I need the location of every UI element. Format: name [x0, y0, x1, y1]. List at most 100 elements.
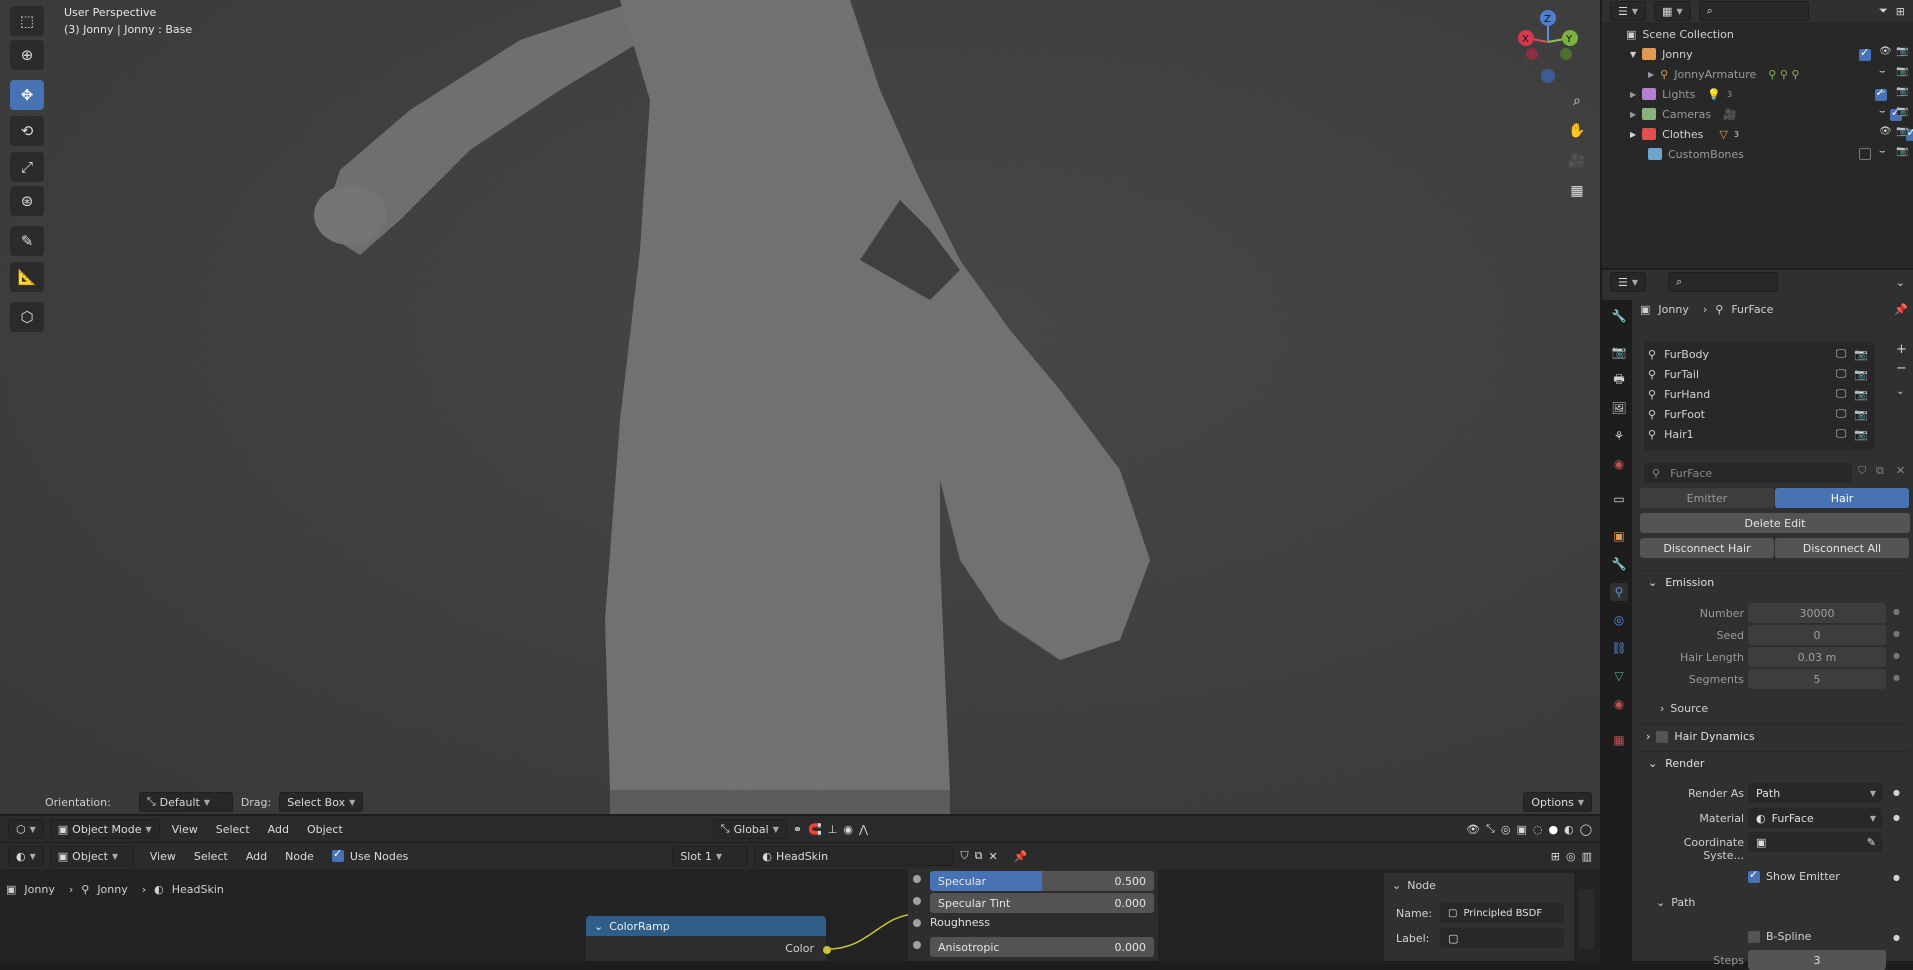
render-tab-icon[interactable]: 📷 [1610, 343, 1628, 361]
chevron-down-icon[interactable]: ⌄ [1896, 386, 1907, 397]
eye-icon[interactable]: 👁 [1879, 126, 1892, 137]
node-sidebar-toggle-icon[interactable]: ▥ [1582, 850, 1592, 863]
render-camera-icon[interactable]: 📷 [1896, 66, 1908, 77]
hair-dynamics-panel-header[interactable]: › Hair Dynamics [1640, 724, 1910, 748]
principled-bsdf-node[interactable]: Specular0.500 Specular Tint0.000 Roughne… [908, 869, 1158, 961]
options-dropdown[interactable]: Options▼ [1523, 792, 1592, 812]
color-output-socket[interactable] [823, 946, 831, 954]
render-camera-icon[interactable]: 📷 [1896, 126, 1908, 137]
mode-dropdown[interactable]: ▣Object Mode▼ [50, 819, 160, 839]
material-dropdown[interactable]: ◐FurFace▼ [1748, 808, 1882, 828]
shader-type-dropdown[interactable]: ▣Object▼ [50, 846, 134, 866]
menu-object[interactable]: Object [307, 823, 343, 836]
node-overlay-icon[interactable]: ◎ [1566, 850, 1576, 863]
bspline-checkbox[interactable] [1748, 931, 1760, 943]
output-tab-icon[interactable]: 🖶 [1610, 371, 1628, 389]
hide-viewport-icon[interactable]: ⌣ [1879, 86, 1886, 97]
node-menu-node[interactable]: Node [285, 850, 314, 863]
menu-select[interactable]: Select [216, 823, 250, 836]
pin-icon[interactable]: 📌 [1894, 303, 1908, 316]
number-field[interactable]: 30000 [1748, 603, 1886, 623]
node-menu-view[interactable]: View [150, 850, 176, 863]
breadcrumb-object[interactable]: Jonny [24, 883, 54, 896]
hide-viewport-icon[interactable]: ⌣ [1879, 146, 1886, 157]
remove-icon[interactable]: − [1896, 361, 1907, 376]
specular-tint-socket[interactable] [913, 897, 921, 905]
node-menu-add[interactable]: Add [246, 850, 267, 863]
exclude-checkbox-custombones[interactable] [1859, 148, 1871, 160]
slot-dropdown[interactable]: Slot 1▼ [672, 846, 748, 866]
object-tab-icon[interactable]: ▣ [1610, 527, 1628, 545]
scale-tool-icon[interactable]: ⤢ [10, 152, 44, 182]
exclude-checkbox-jonny[interactable] [1859, 49, 1871, 61]
zoom-icon[interactable]: ⌕ [1564, 88, 1590, 114]
colorramp-node[interactable]: ⌄ColorRamp Color [586, 916, 826, 961]
falloff-icon[interactable]: ⋀ [859, 823, 868, 836]
list-item[interactable]: ⚲FurBody🖵📷 [1648, 344, 1868, 364]
node-editor-type-dropdown[interactable]: ◐▼ [8, 846, 44, 866]
list-item[interactable]: ⚲FurTail🖵📷 [1648, 364, 1868, 384]
hide-viewport-icon[interactable]: ⌣ [1879, 66, 1886, 77]
render-camera-icon[interactable]: 📷 [1854, 428, 1868, 441]
scene-collection-row[interactable]: ▣Scene Collection [1602, 24, 1913, 44]
visibility-icon[interactable]: 👁 [1466, 823, 1480, 836]
scene-tab-icon[interactable]: ⚘ [1610, 427, 1628, 445]
show-emitter-row[interactable]: Show Emitter [1748, 870, 1840, 883]
viewport-display-icon[interactable]: 🖵 [1836, 347, 1847, 361]
drag-dropdown[interactable]: Select Box▼ [279, 792, 363, 812]
texture-tab-icon[interactable]: ▦ [1610, 731, 1628, 749]
proportional-edit-icon[interactable]: ◉ [843, 823, 853, 836]
viewport-display-icon[interactable]: 🖵 [1836, 427, 1847, 441]
particle-settings-field[interactable]: ⚲FurFace [1644, 463, 1852, 483]
roughness-socket[interactable] [913, 919, 921, 927]
close-icon[interactable]: ✕ [988, 850, 997, 863]
transform-orientation-dropdown[interactable]: ⤡Global▼ [713, 819, 787, 839]
node-label-field[interactable]: ▢ [1440, 928, 1564, 948]
snap-icon[interactable]: 🧲 [808, 823, 822, 836]
keyframe-dot-icon[interactable]: ● [1893, 933, 1900, 942]
pivot-icon[interactable]: ⚭ [793, 823, 802, 836]
hair-length-field[interactable]: 0.03 m [1748, 647, 1886, 667]
material-selector[interactable]: ◐HeadSkin [754, 846, 954, 866]
view-layer-tab-icon[interactable]: 🖼 [1610, 399, 1628, 417]
keyframe-dot-icon[interactable]: ● [1893, 873, 1900, 882]
close-icon[interactable]: ✕ [1896, 464, 1905, 477]
keyframe-dot-icon[interactable]: ● [1893, 607, 1900, 616]
emission-panel-header[interactable]: ⌄Emission [1640, 570, 1910, 594]
anisotropic-slider[interactable]: Anisotropic0.000 [930, 937, 1154, 957]
steps-field[interactable]: 3 [1748, 950, 1886, 970]
viewport-display-icon[interactable]: 🖵 [1836, 387, 1847, 401]
viewport-display-icon[interactable]: 🖵 [1836, 367, 1847, 381]
outliner-search-input[interactable]: ⌕ [1699, 1, 1809, 21]
rendered-shading-icon[interactable]: ◯ [1580, 823, 1592, 836]
annotate-tool-icon[interactable]: ✎ [10, 226, 44, 256]
eyedropper-icon[interactable]: ✎ [1867, 836, 1876, 849]
hair-dynamics-checkbox[interactable] [1656, 731, 1668, 743]
material-tab-icon[interactable]: ◉ [1610, 695, 1628, 713]
list-item[interactable]: ⚲Hair1🖵📷 [1648, 424, 1868, 444]
node-editor-canvas[interactable]: ▣Jonny ›⚲Jonny ›◐HeadSkin ⌄ColorRamp Col… [0, 869, 1600, 961]
fake-user-shield-icon[interactable]: ⛉ [960, 849, 968, 863]
xray-icon[interactable]: ▣ [1516, 823, 1526, 836]
path-subpanel-header[interactable]: ⌄Path [1656, 896, 1695, 909]
specular-socket[interactable] [913, 875, 921, 883]
list-item[interactable]: ⚲FurHand🖵📷 [1648, 384, 1868, 404]
use-nodes-checkbox[interactable] [332, 850, 344, 862]
overlay-icon[interactable]: ◎ [1501, 823, 1511, 836]
outliner-item-clothes[interactable]: ▶ Clothes ▽3 [1602, 124, 1913, 144]
pan-hand-icon[interactable]: ✋ [1564, 118, 1590, 144]
keyframe-dot-icon[interactable]: ● [1893, 673, 1900, 682]
pin-icon[interactable]: 📌 [1014, 850, 1028, 863]
particles-tab-icon[interactable]: ⚲ [1610, 583, 1628, 601]
outliner-editor-type[interactable]: ☰▼ [1610, 1, 1646, 21]
duplicate-icon[interactable]: ⧉ [1876, 464, 1884, 478]
collection-tab-icon[interactable]: ▭ [1610, 490, 1628, 508]
keyframe-dot-icon[interactable]: ● [1893, 629, 1900, 638]
node-panel-header[interactable]: ⌄Node [1384, 873, 1574, 898]
disconnect-hair-button[interactable]: Disconnect Hair [1640, 538, 1774, 558]
rotate-tool-icon[interactable]: ⟲ [10, 116, 44, 146]
keyframe-dot-icon[interactable]: ● [1893, 651, 1900, 660]
camera-view-icon[interactable]: 🎥 [1564, 148, 1590, 174]
render-camera-icon[interactable]: 📷 [1896, 46, 1908, 57]
fake-user-shield-icon[interactable]: ⛉ [1858, 464, 1866, 478]
